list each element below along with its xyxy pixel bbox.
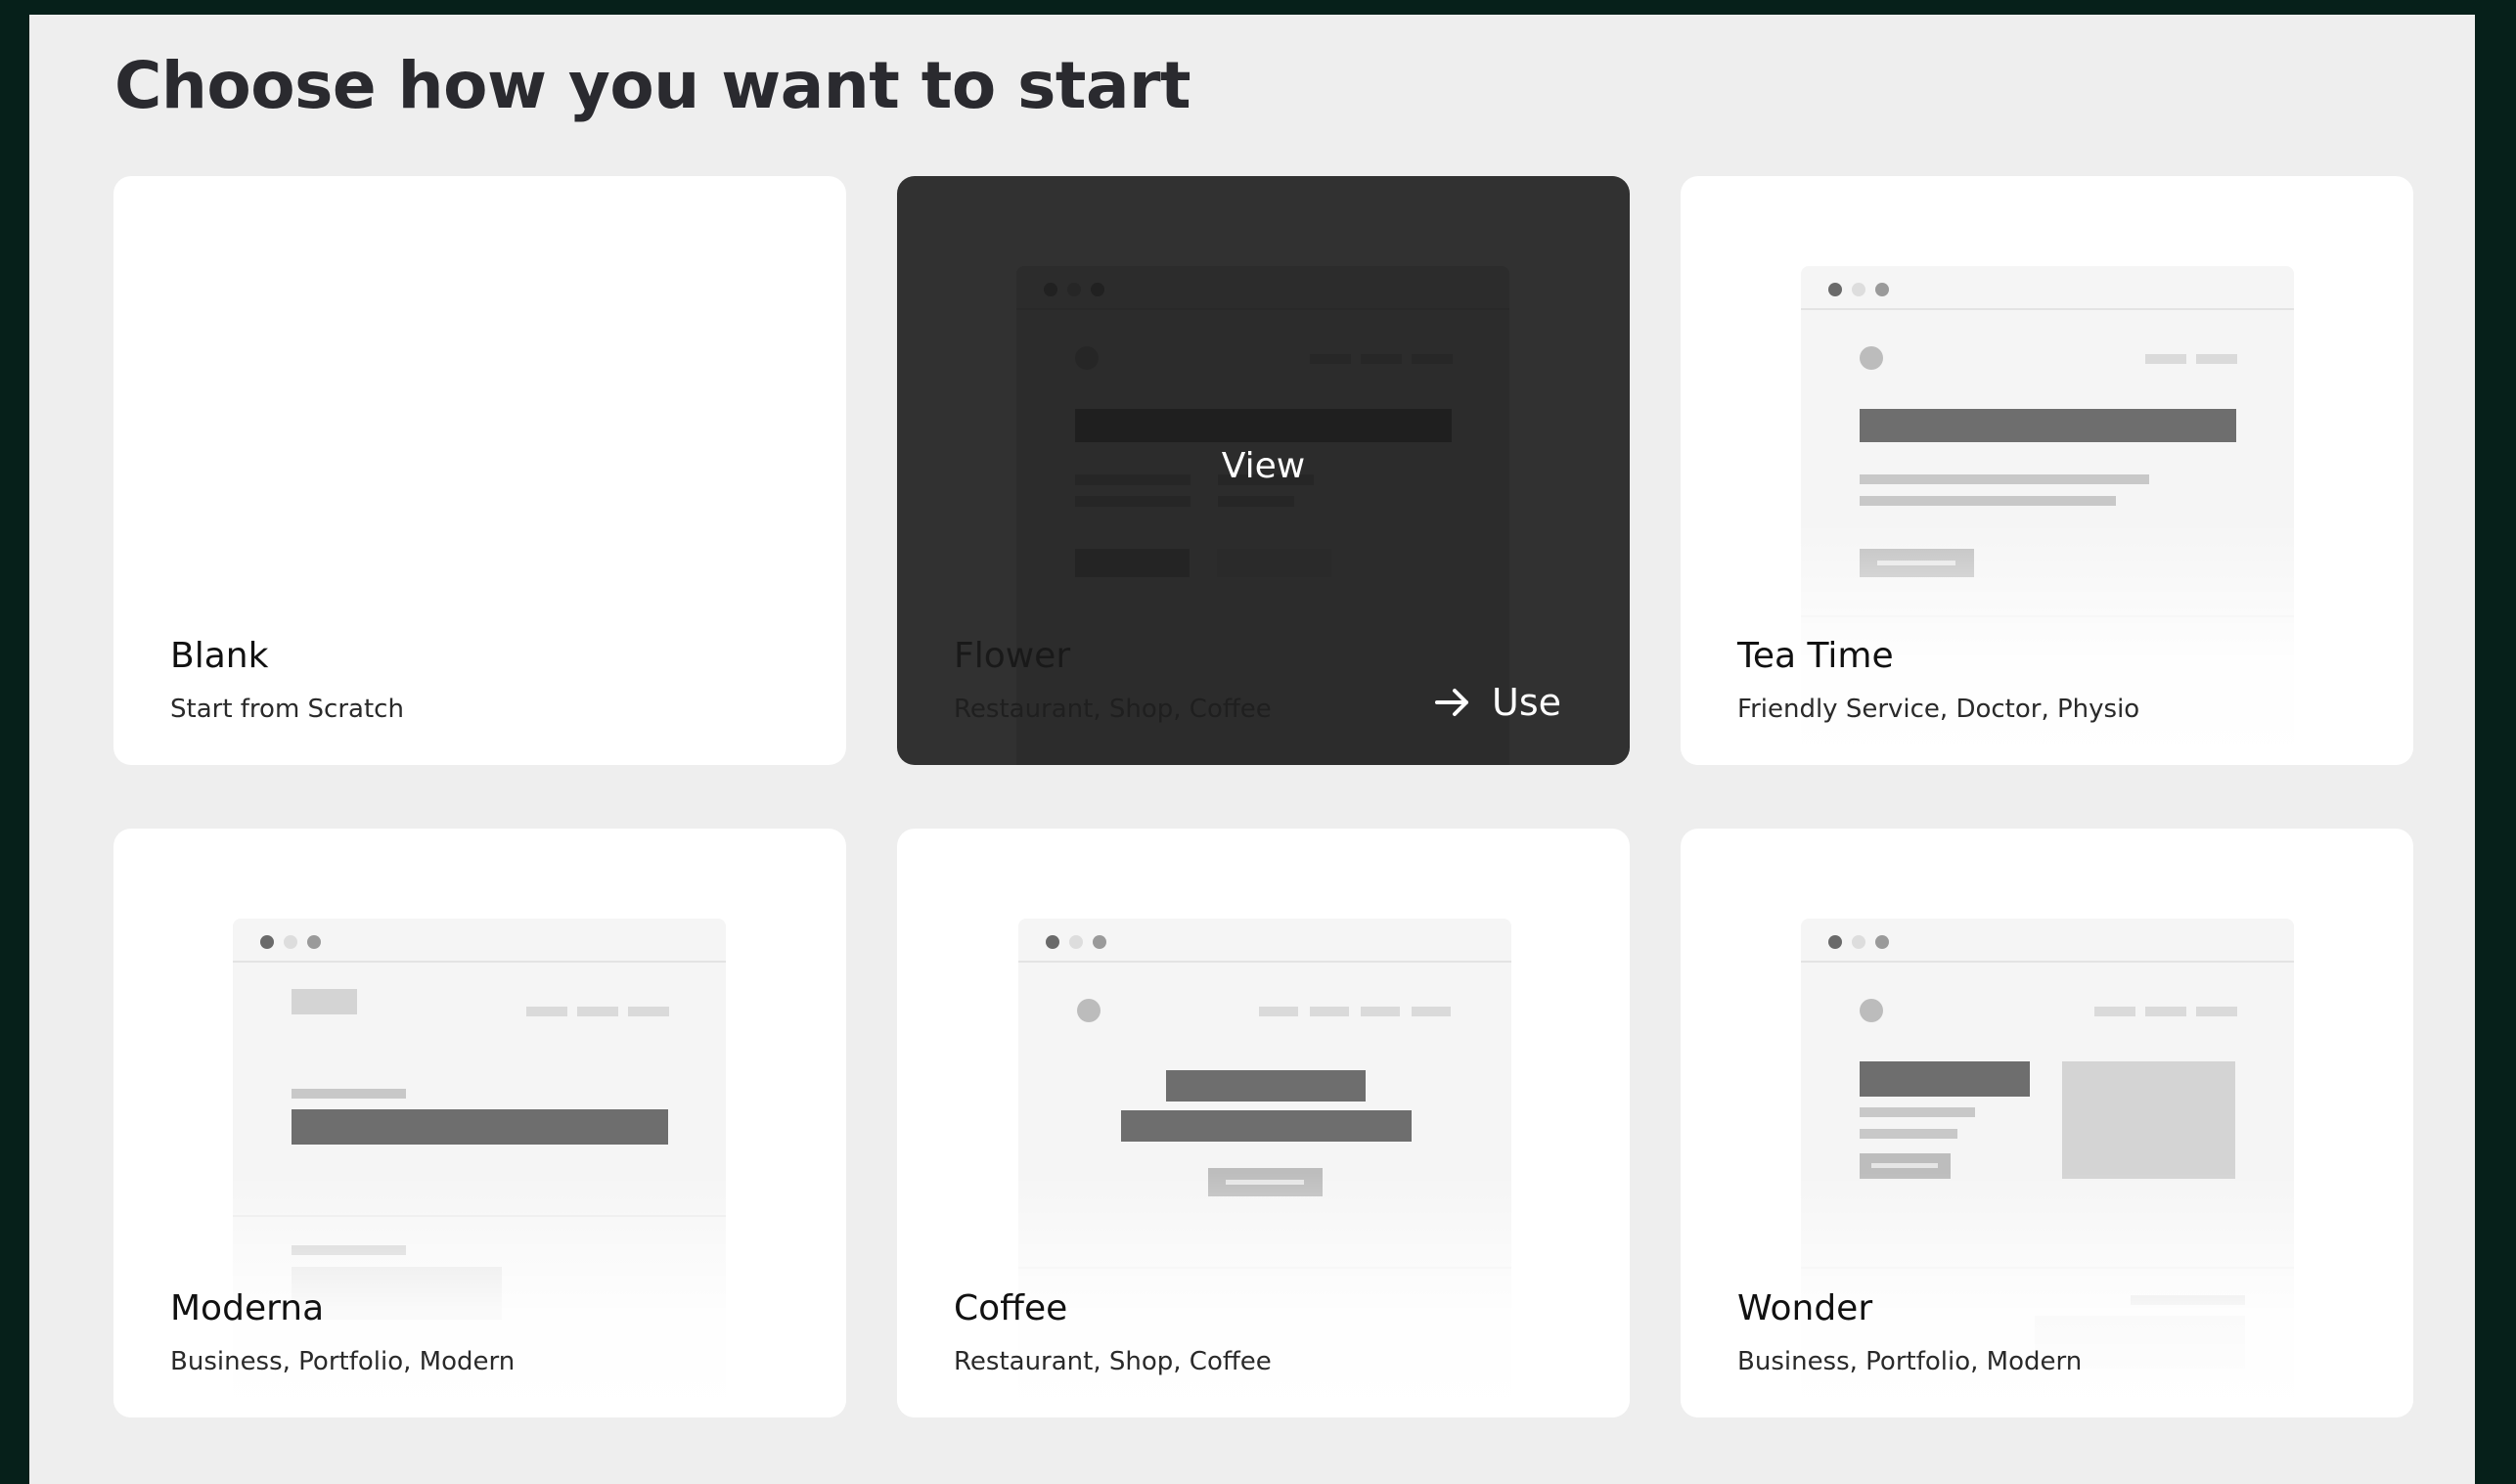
template-name: Blank [170,636,269,676]
template-tags: Start from Scratch [170,695,404,724]
template-tags: Restaurant, Shop, Coffee [954,1347,1272,1376]
template-card-flower[interactable]: Flower Restaurant, Shop, Coffee View Use [897,176,1630,765]
use-button[interactable]: Use [1433,673,1561,732]
view-button[interactable]: View [897,446,1630,486]
template-tags: Friendly Service, Doctor, Physio [1737,695,2140,724]
template-picker: Choose how you want to start Blank Start… [29,15,2475,1484]
template-name: Coffee [954,1288,1068,1328]
template-card-blank[interactable]: Blank Start from Scratch [113,176,846,765]
template-name: Tea Time [1737,636,1894,676]
page-title: Choose how you want to start [114,48,1191,123]
template-card-wonder[interactable]: Wonder Business, Portfolio, Modern [1681,829,2413,1417]
arrow-right-icon [1435,689,1468,716]
use-button-label: Use [1492,681,1561,724]
template-name: Wonder [1737,1288,1873,1328]
template-name: Moderna [170,1288,325,1328]
template-tags: Business, Portfolio, Modern [1737,1347,2083,1376]
template-card-tea-time[interactable]: Tea Time Friendly Service, Doctor, Physi… [1681,176,2413,765]
template-card-coffee[interactable]: Coffee Restaurant, Shop, Coffee [897,829,1630,1417]
template-card-moderna[interactable]: Moderna Business, Portfolio, Modern [113,829,846,1417]
template-tags: Business, Portfolio, Modern [170,1347,516,1376]
